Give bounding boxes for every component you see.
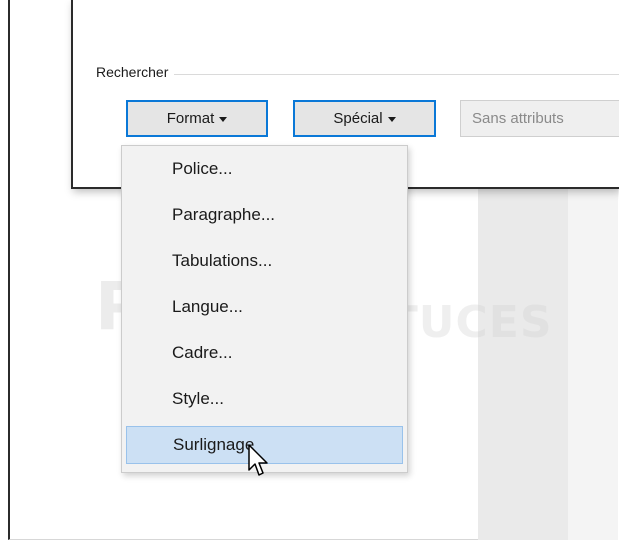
chevron-down-icon <box>387 117 396 122</box>
group-divider <box>96 74 619 75</box>
menu-item-police[interactable]: Police... <box>126 150 403 188</box>
menu-item-langue[interactable]: Langue... <box>126 288 403 326</box>
no-attributes-button[interactable]: Sans attributs <box>460 100 619 137</box>
menu-item-tabulations[interactable]: Tabulations... <box>126 242 403 280</box>
format-dropdown-menu: Police... Paragraphe... Tabulations... L… <box>121 145 408 473</box>
search-group-label: Rechercher <box>96 64 175 80</box>
format-button[interactable]: Format <box>126 100 268 137</box>
menu-item-style[interactable]: Style... <box>126 380 403 418</box>
document-area <box>478 188 568 540</box>
format-button-label: Format <box>166 110 215 127</box>
mouse-pointer-icon <box>248 444 268 476</box>
menu-item-paragraphe[interactable]: Paragraphe... <box>126 196 403 234</box>
dialog-top-area <box>73 0 619 10</box>
special-button[interactable]: Spécial <box>293 100 436 137</box>
document-area-margin <box>568 188 618 540</box>
special-button-label: Spécial <box>333 110 383 127</box>
no-attributes-button-label: Sans attributs <box>472 110 564 127</box>
chevron-down-icon <box>219 117 228 122</box>
menu-item-cadre[interactable]: Cadre... <box>126 334 403 372</box>
